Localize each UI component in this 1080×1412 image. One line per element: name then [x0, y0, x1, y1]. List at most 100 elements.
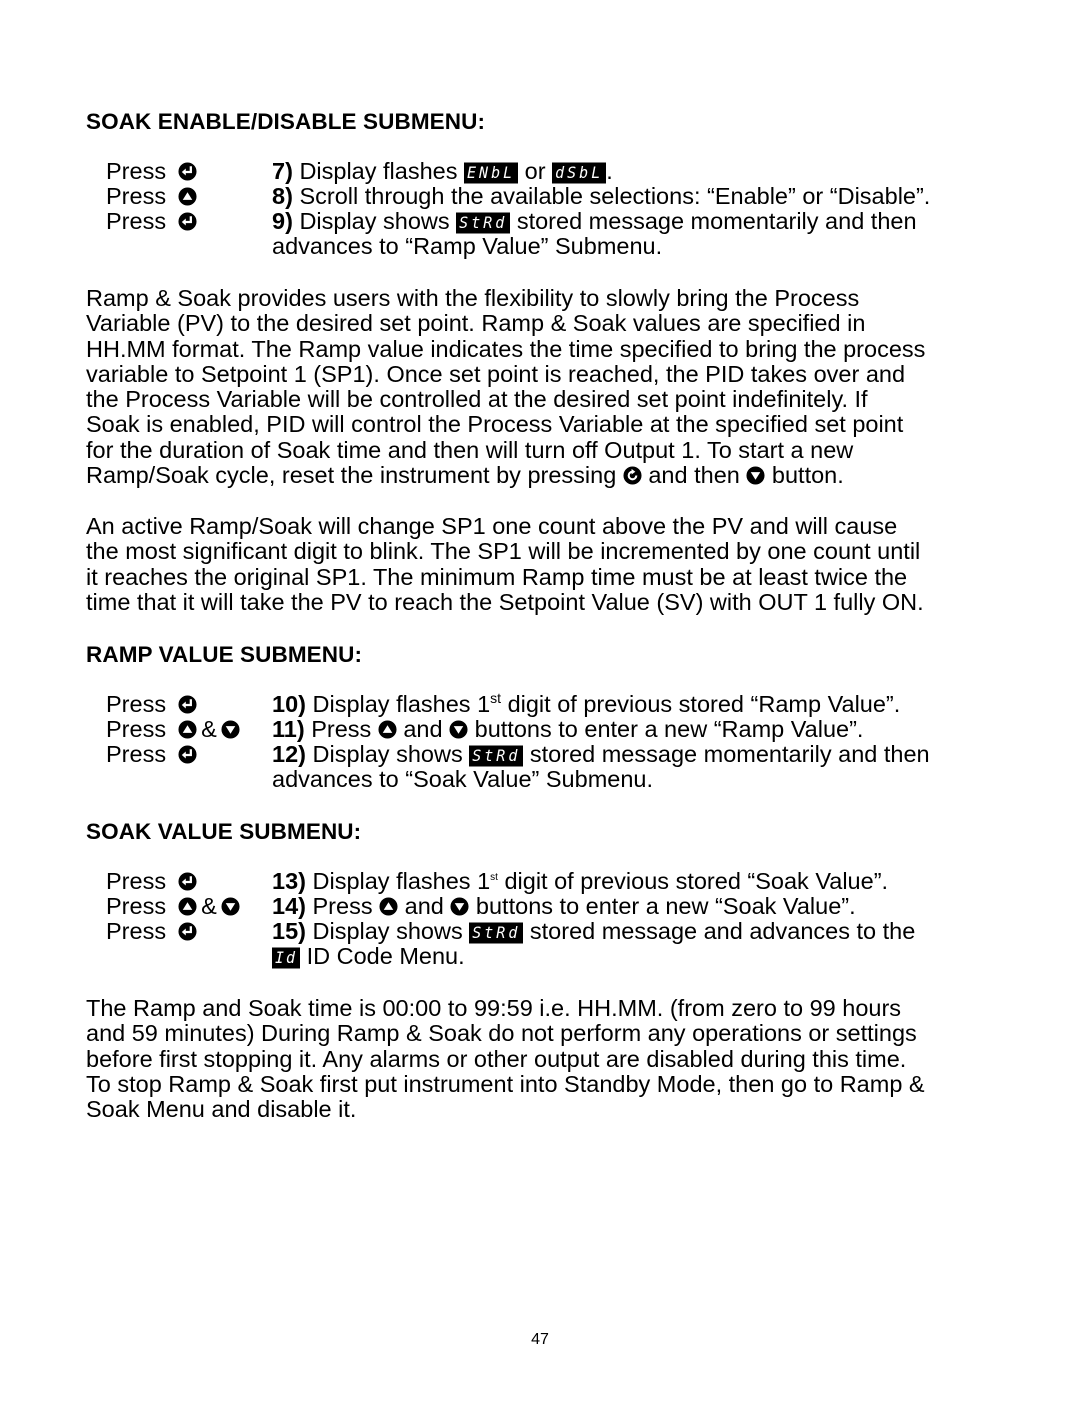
step-number: 11) [272, 716, 305, 742]
step-number: 12) [272, 741, 306, 767]
down-key-icon [450, 897, 469, 916]
step-text: buttons to enter a new “Soak Value”. [475, 893, 856, 919]
led-display-strd: StRd [469, 922, 524, 944]
step-number: 15) [272, 918, 306, 944]
step-text: Press [312, 893, 373, 919]
section-heading-soak-enable: SOAK ENABLE/DISABLE SUBMENU: [86, 109, 486, 134]
paragraph-active-ramp-soak: An active Ramp/Soak will change SP1 one … [86, 513, 924, 615]
step-number: 8) [272, 183, 293, 209]
down-key-icon [221, 897, 240, 916]
step-10: Press 10) Display flashes 1st digit of p… [0, 690, 1080, 717]
step-text: ID Code Menu. [306, 943, 465, 969]
section-heading-ramp-value: RAMP VALUE SUBMENU: [86, 642, 363, 667]
step-12-continuation: advances to “Soak Value” Submenu. [272, 766, 654, 792]
enter-key-icon [178, 745, 197, 764]
text-line: An active Ramp/Soak will change SP1 one … [86, 513, 898, 539]
text-fragment: and then [648, 462, 740, 489]
text-line: Soak is enabled, PID will control the Pr… [86, 411, 904, 438]
step-text: Display flashes 1 [312, 691, 491, 717]
press-label: Press [106, 208, 167, 234]
step-11: Press & 11) Press and buttons to enter a … [0, 717, 1080, 742]
led-display-enbl: ENbL [464, 162, 519, 184]
ampersand: & [201, 716, 217, 742]
down-key-icon [746, 466, 765, 485]
step-text: Press [311, 716, 372, 742]
step-number: 9) [272, 208, 293, 234]
text-line: time that it will take the PV to reach t… [86, 588, 924, 615]
up-key-icon [178, 187, 197, 206]
step-text: stored message momentarily and then [529, 741, 930, 767]
down-key-icon [449, 720, 468, 739]
led-display-id: Id [272, 947, 301, 969]
up-key-icon [378, 720, 397, 739]
text-line: Soak Menu and disable it. [86, 1096, 357, 1123]
step-7: Press 7) Display flashes ENbL or dSbL. [0, 159, 1080, 184]
step-12: Press 12) Display shows StRd stored mess… [0, 742, 1080, 767]
led-display-dsbl: dSbL [552, 162, 607, 184]
step-number: 13) [272, 868, 306, 894]
step-9: Press 9) Display shows StRd stored messa… [0, 209, 1080, 234]
press-label: Press [106, 868, 167, 894]
led-display-strd: StRd [456, 212, 511, 234]
step-8: Press 8) Scroll through the available se… [0, 184, 1080, 209]
text-line: before first stopping it. Any alarms or … [86, 1045, 907, 1072]
step-number: 14) [272, 893, 306, 919]
text-line: Ramp/Soak cycle, reset the instrument by… [86, 462, 925, 489]
step-text: . [606, 158, 613, 184]
text-line: Variable (PV) to the desired set point. … [86, 310, 866, 337]
step-text: Display flashes [299, 158, 458, 184]
step-text: stored message momentarily and then [516, 208, 917, 234]
page-number: 47 [531, 1331, 549, 1348]
step-text: Display shows [312, 741, 463, 767]
ampersand: & [201, 893, 217, 919]
step-text: buttons to enter a new “Ramp Value”. [474, 716, 864, 742]
text-line: the most significant digit to blink. The… [86, 538, 921, 565]
step-text: digit of previous stored “Ramp Value”. [507, 691, 901, 717]
step-text: digit of previous stored “Soak Value”. [504, 868, 889, 894]
text-line: and 59 minutes) During Ramp & Soak do no… [86, 1020, 917, 1047]
step-15-continuation: Id ID Code Menu. [272, 944, 465, 969]
step-text: Display shows [299, 208, 450, 234]
ordinal-suffix: st [490, 690, 502, 706]
enter-key-icon [178, 922, 197, 941]
up-key-icon [178, 720, 197, 739]
step-text: and [404, 893, 444, 919]
text-fragment: button. [771, 462, 844, 489]
press-label: Press [106, 893, 167, 919]
step-15: Press 15) Display shows StRd stored mess… [0, 919, 1080, 944]
enter-key-icon [178, 162, 197, 181]
press-label: Press [106, 918, 167, 944]
step-number: 10) [272, 691, 306, 717]
enter-key-icon [178, 212, 197, 231]
step-9-continuation: advances to “Ramp Value” Submenu. [272, 233, 663, 259]
step-text: stored message and advances to the [529, 918, 916, 944]
ordinal-suffix: st [490, 872, 498, 883]
text-line: To stop Ramp & Soak first put instrument… [86, 1070, 925, 1097]
step-text: Display flashes 1 [312, 868, 491, 894]
text-line: variable to Setpoint 1 (SP1). Once set p… [86, 360, 906, 387]
step-number: 7) [272, 158, 293, 184]
led-display-strd: StRd [469, 745, 524, 767]
step-text: Display shows [312, 918, 463, 944]
paragraph-ramp-soak-overview: Ramp & Soak provides users with the flex… [86, 285, 926, 489]
text-line: Ramp & Soak provides users with the flex… [86, 285, 860, 311]
text-line: the Process Variable will be controlled … [86, 386, 868, 413]
text-line: HH.MM format. The Ramp value indicates t… [86, 335, 926, 362]
press-label: Press [106, 716, 167, 742]
section-heading-soak-value: SOAK VALUE SUBMENU: [86, 819, 362, 844]
enter-key-icon [178, 695, 197, 714]
text-line: for the duration of Soak time and then w… [86, 436, 854, 463]
step-text: Scroll through the available selections:… [299, 183, 931, 209]
paragraph-ramp-soak-time: The Ramp and Soak time is 00:00 to 99:59… [86, 995, 925, 1123]
press-label: Press [106, 691, 167, 717]
text-fragment: Ramp/Soak cycle, reset the instrument by… [86, 462, 617, 489]
reset-key-icon [623, 466, 642, 485]
press-label: Press [106, 183, 167, 209]
up-key-icon [379, 897, 398, 916]
press-label: Press [106, 158, 167, 184]
up-key-icon [178, 897, 197, 916]
down-key-icon [221, 720, 240, 739]
step-text: or [524, 158, 546, 184]
step-text: and [403, 716, 443, 742]
press-label: Press [106, 741, 167, 767]
